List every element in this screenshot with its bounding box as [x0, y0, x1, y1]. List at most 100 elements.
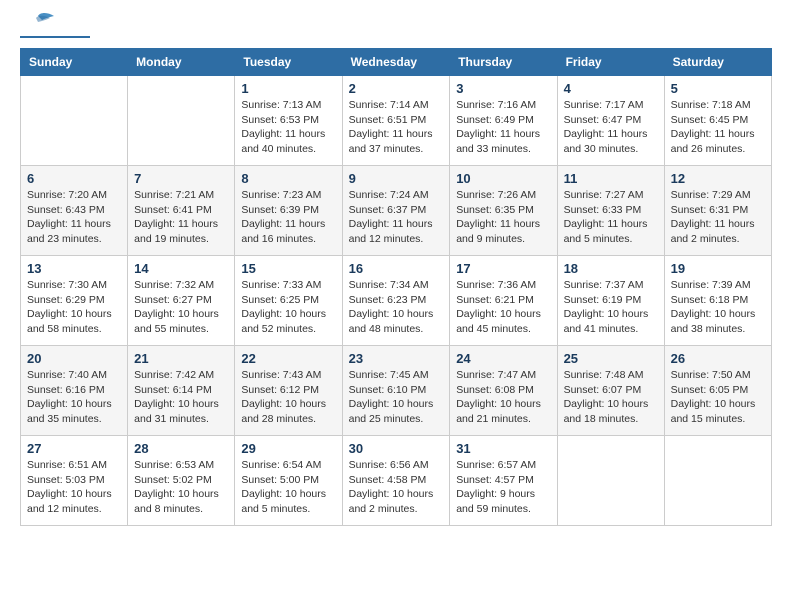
calendar-cell: 24Sunrise: 7:47 AMSunset: 6:08 PMDayligh…: [450, 346, 557, 436]
cell-content: Sunrise: 7:18 AMSunset: 6:45 PMDaylight:…: [671, 98, 765, 157]
header-saturday: Saturday: [664, 49, 771, 76]
week-row-3: 13 Sunrise: 7:30 AMSunset: 6:29 PMDayligh…: [21, 256, 772, 346]
day-number: 16: [349, 261, 444, 276]
calendar-cell: 23 Sunrise: 7:45 AMSunset: 6:10 PMDayligh…: [342, 346, 450, 436]
day-number: 26: [671, 351, 765, 366]
day-number: 12: [671, 171, 765, 186]
calendar-cell: 4 Sunrise: 7:17 AMSunset: 6:47 PMDaylight…: [557, 76, 664, 166]
cell-content: Sunrise: 7:30 AMSunset: 6:29 PMDaylight:…: [27, 278, 121, 337]
calendar-cell: 16 Sunrise: 7:34 AMSunset: 6:23 PMDayligh…: [342, 256, 450, 346]
week-row-2: 6 Sunrise: 7:20 AMSunset: 6:43 PMDaylight…: [21, 166, 772, 256]
calendar-cell: 2 Sunrise: 7:14 AMSunset: 6:51 PMDaylight…: [342, 76, 450, 166]
day-number: 2: [349, 81, 444, 96]
cell-content: Sunrise: 6:51 AMSunset: 5:03 PMDaylight:…: [27, 458, 121, 517]
cell-content: Sunrise: 7:32 AMSunset: 6:27 PMDaylight:…: [134, 278, 228, 337]
calendar-cell: [21, 76, 128, 166]
day-number: 30: [349, 441, 444, 456]
calendar-cell: 21Sunrise: 7:42 AMSunset: 6:14 PMDayligh…: [128, 346, 235, 436]
calendar-cell: 12 Sunrise: 7:29 AMSunset: 6:31 PMDayligh…: [664, 166, 771, 256]
calendar-cell: 19 Sunrise: 7:39 AMSunset: 6:18 PMDayligh…: [664, 256, 771, 346]
day-number: 9: [349, 171, 444, 186]
header-monday: Monday: [128, 49, 235, 76]
day-number: 18: [564, 261, 658, 276]
calendar-cell: 10 Sunrise: 7:26 AMSunset: 6:35 PMDayligh…: [450, 166, 557, 256]
calendar-cell: 17 Sunrise: 7:36 AMSunset: 6:21 PMDayligh…: [450, 256, 557, 346]
header-wednesday: Wednesday: [342, 49, 450, 76]
cell-content: Sunrise: 7:29 AMSunset: 6:31 PMDaylight:…: [671, 188, 765, 247]
logo: [20, 20, 90, 38]
week-row-4: 20Sunrise: 7:40 AMSunset: 6:16 PMDayligh…: [21, 346, 772, 436]
day-number: 6: [27, 171, 121, 186]
day-number: 17: [456, 261, 550, 276]
cell-content: Sunrise: 7:17 AMSunset: 6:47 PMDaylight:…: [564, 98, 658, 157]
day-number: 29: [241, 441, 335, 456]
day-number: 31: [456, 441, 550, 456]
cell-content: Sunrise: 6:54 AMSunset: 5:00 PMDaylight:…: [241, 458, 335, 517]
header-friday: Friday: [557, 49, 664, 76]
header-sunday: Sunday: [21, 49, 128, 76]
cell-content: Sunrise: 7:48 AMSunset: 6:07 PMDaylight:…: [564, 368, 658, 427]
calendar-cell: 15 Sunrise: 7:33 AMSunset: 6:25 PMDayligh…: [235, 256, 342, 346]
calendar-cell: [128, 76, 235, 166]
cell-content: Sunrise: 7:16 AMSunset: 6:49 PMDaylight:…: [456, 98, 550, 157]
cell-content: Sunrise: 7:36 AMSunset: 6:21 PMDaylight:…: [456, 278, 550, 337]
day-number: 7: [134, 171, 228, 186]
cell-content: Sunrise: 7:20 AMSunset: 6:43 PMDaylight:…: [27, 188, 121, 247]
calendar-cell: 7 Sunrise: 7:21 AMSunset: 6:41 PMDaylight…: [128, 166, 235, 256]
calendar-cell: 18Sunrise: 7:37 AMSunset: 6:19 PMDayligh…: [557, 256, 664, 346]
day-number: 5: [671, 81, 765, 96]
cell-content: Sunrise: 6:53 AMSunset: 5:02 PMDaylight:…: [134, 458, 228, 517]
day-number: 23: [349, 351, 444, 366]
day-number: 27: [27, 441, 121, 456]
logo-bird-icon: [22, 12, 54, 34]
day-number: 22: [241, 351, 335, 366]
calendar-cell: 8 Sunrise: 7:23 AMSunset: 6:39 PMDaylight…: [235, 166, 342, 256]
cell-content: Sunrise: 7:24 AMSunset: 6:37 PMDaylight:…: [349, 188, 444, 247]
day-number: 19: [671, 261, 765, 276]
calendar-cell: 5 Sunrise: 7:18 AMSunset: 6:45 PMDaylight…: [664, 76, 771, 166]
cell-content: Sunrise: 7:21 AMSunset: 6:41 PMDaylight:…: [134, 188, 228, 247]
cell-content: Sunrise: 7:47 AMSunset: 6:08 PMDaylight:…: [456, 368, 550, 427]
calendar-cell: 11Sunrise: 7:27 AMSunset: 6:33 PMDayligh…: [557, 166, 664, 256]
calendar-cell: 30 Sunrise: 6:56 AMSunset: 4:58 PMDayligh…: [342, 436, 450, 526]
header-thursday: Thursday: [450, 49, 557, 76]
calendar-cell: 26 Sunrise: 7:50 AMSunset: 6:05 PMDayligh…: [664, 346, 771, 436]
cell-content: Sunrise: 7:45 AMSunset: 6:10 PMDaylight:…: [349, 368, 444, 427]
cell-content: Sunrise: 7:39 AMSunset: 6:18 PMDaylight:…: [671, 278, 765, 337]
calendar-cell: 6 Sunrise: 7:20 AMSunset: 6:43 PMDaylight…: [21, 166, 128, 256]
day-number: 25: [564, 351, 658, 366]
cell-content: Sunrise: 7:50 AMSunset: 6:05 PMDaylight:…: [671, 368, 765, 427]
day-number: 20: [27, 351, 121, 366]
calendar-cell: 28 Sunrise: 6:53 AMSunset: 5:02 PMDayligh…: [128, 436, 235, 526]
calendar-cell: 3Sunrise: 7:16 AMSunset: 6:49 PMDaylight…: [450, 76, 557, 166]
week-row-5: 27 Sunrise: 6:51 AMSunset: 5:03 PMDayligh…: [21, 436, 772, 526]
calendar-cell: 1Sunrise: 7:13 AMSunset: 6:53 PMDaylight…: [235, 76, 342, 166]
cell-content: Sunrise: 7:23 AMSunset: 6:39 PMDaylight:…: [241, 188, 335, 247]
day-number: 4: [564, 81, 658, 96]
calendar-cell: [557, 436, 664, 526]
day-number: 10: [456, 171, 550, 186]
calendar-table: SundayMondayTuesdayWednesdayThursdayFrid…: [20, 48, 772, 526]
cell-content: Sunrise: 7:42 AMSunset: 6:14 PMDaylight:…: [134, 368, 228, 427]
cell-content: Sunrise: 7:34 AMSunset: 6:23 PMDaylight:…: [349, 278, 444, 337]
calendar-cell: 29 Sunrise: 6:54 AMSunset: 5:00 PMDayligh…: [235, 436, 342, 526]
calendar-cell: 25 Sunrise: 7:48 AMSunset: 6:07 PMDayligh…: [557, 346, 664, 436]
cell-content: Sunrise: 7:26 AMSunset: 6:35 PMDaylight:…: [456, 188, 550, 247]
day-number: 13: [27, 261, 121, 276]
header-row: SundayMondayTuesdayWednesdayThursdayFrid…: [21, 49, 772, 76]
calendar-cell: 20Sunrise: 7:40 AMSunset: 6:16 PMDayligh…: [21, 346, 128, 436]
page-header: [20, 20, 772, 38]
cell-content: Sunrise: 7:14 AMSunset: 6:51 PMDaylight:…: [349, 98, 444, 157]
cell-content: Sunrise: 6:56 AMSunset: 4:58 PMDaylight:…: [349, 458, 444, 517]
calendar-cell: 14 Sunrise: 7:32 AMSunset: 6:27 PMDayligh…: [128, 256, 235, 346]
day-number: 28: [134, 441, 228, 456]
cell-content: Sunrise: 6:57 AMSunset: 4:57 PMDaylight:…: [456, 458, 550, 517]
day-number: 8: [241, 171, 335, 186]
calendar-cell: 22 Sunrise: 7:43 AMSunset: 6:12 PMDayligh…: [235, 346, 342, 436]
calendar-cell: [664, 436, 771, 526]
day-number: 14: [134, 261, 228, 276]
day-number: 1: [241, 81, 335, 96]
cell-content: Sunrise: 7:43 AMSunset: 6:12 PMDaylight:…: [241, 368, 335, 427]
day-number: 15: [241, 261, 335, 276]
cell-content: Sunrise: 7:33 AMSunset: 6:25 PMDaylight:…: [241, 278, 335, 337]
